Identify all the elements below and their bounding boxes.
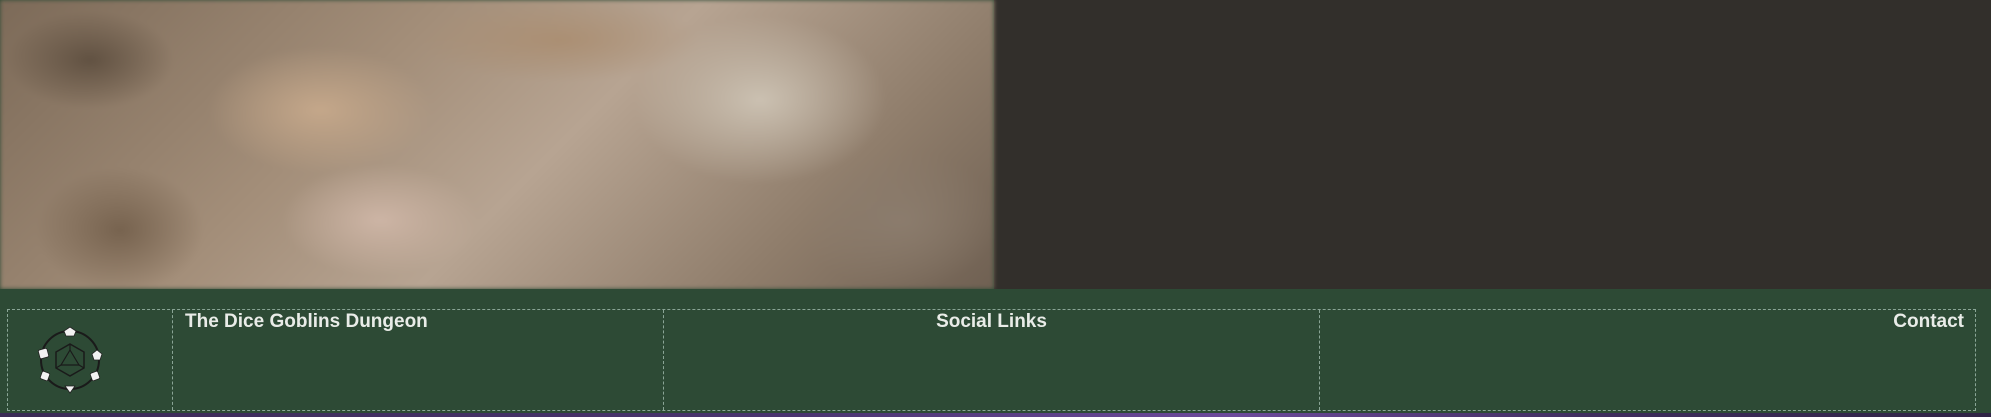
bottom-accent-bar: [0, 413, 1991, 417]
site-footer: The Dice Goblins Dungeon Social Links Co…: [0, 289, 1991, 413]
contact-heading: Contact: [1893, 311, 1964, 332]
footer-brand-column: The Dice Goblins Dungeon: [173, 310, 664, 410]
footer-contact-column: Contact: [1320, 310, 1976, 410]
footer-logo-column: [8, 310, 173, 410]
hero-dark-panel: [994, 0, 1991, 289]
hero-image: [0, 0, 994, 289]
dice-ring-logo-icon[interactable]: [35, 322, 105, 398]
hero-banner: [0, 0, 1991, 289]
footer-social-column: Social Links: [664, 310, 1320, 410]
social-links-heading: Social Links: [936, 311, 1047, 332]
brand-heading: The Dice Goblins Dungeon: [185, 311, 428, 332]
footer-columns: The Dice Goblins Dungeon Social Links Co…: [7, 309, 1976, 411]
